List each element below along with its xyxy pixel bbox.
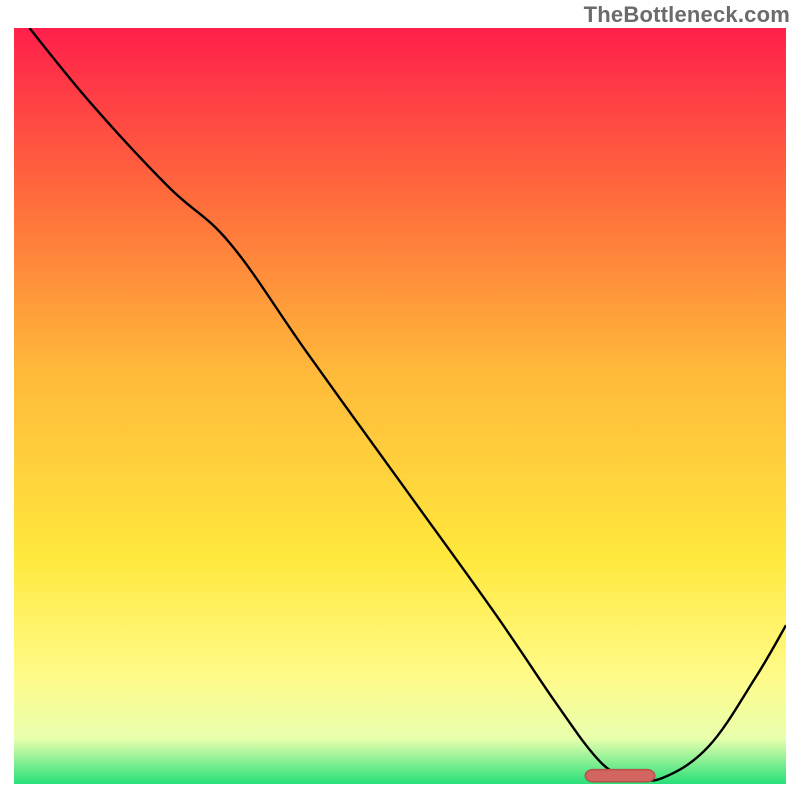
chart-canvas: TheBottleneck.com — [0, 0, 800, 800]
watermark-text: TheBottleneck.com — [584, 2, 790, 28]
plot-svg — [14, 28, 786, 784]
gradient-background — [14, 28, 786, 784]
plot-area — [14, 28, 786, 784]
optimal-range-marker — [585, 770, 654, 782]
